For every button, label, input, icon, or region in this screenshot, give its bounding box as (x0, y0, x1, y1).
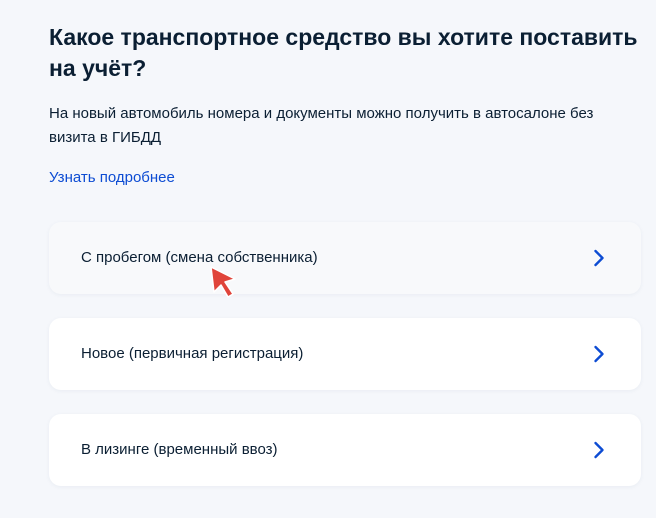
learn-more-link[interactable]: Узнать подробнее (49, 167, 175, 189)
option-label: В лизинге (временный ввоз) (81, 441, 278, 458)
option-new-vehicle[interactable]: Новое (первичная регистрация) (49, 318, 641, 390)
option-leasing-vehicle[interactable]: В лизинге (временный ввоз) (49, 414, 641, 486)
chevron-right-icon (593, 249, 605, 267)
chevron-right-icon (593, 345, 605, 363)
option-label: Новое (первичная регистрация) (81, 345, 304, 362)
option-label: С пробегом (смена собственника) (81, 249, 318, 266)
page-title: Какое транспортное средство вы хотите по… (49, 24, 638, 81)
option-used-vehicle[interactable]: С пробегом (смена собственника) (49, 222, 641, 294)
chevron-right-icon (593, 441, 605, 459)
page-description: На новый автомобиль номера и документы м… (49, 105, 594, 146)
